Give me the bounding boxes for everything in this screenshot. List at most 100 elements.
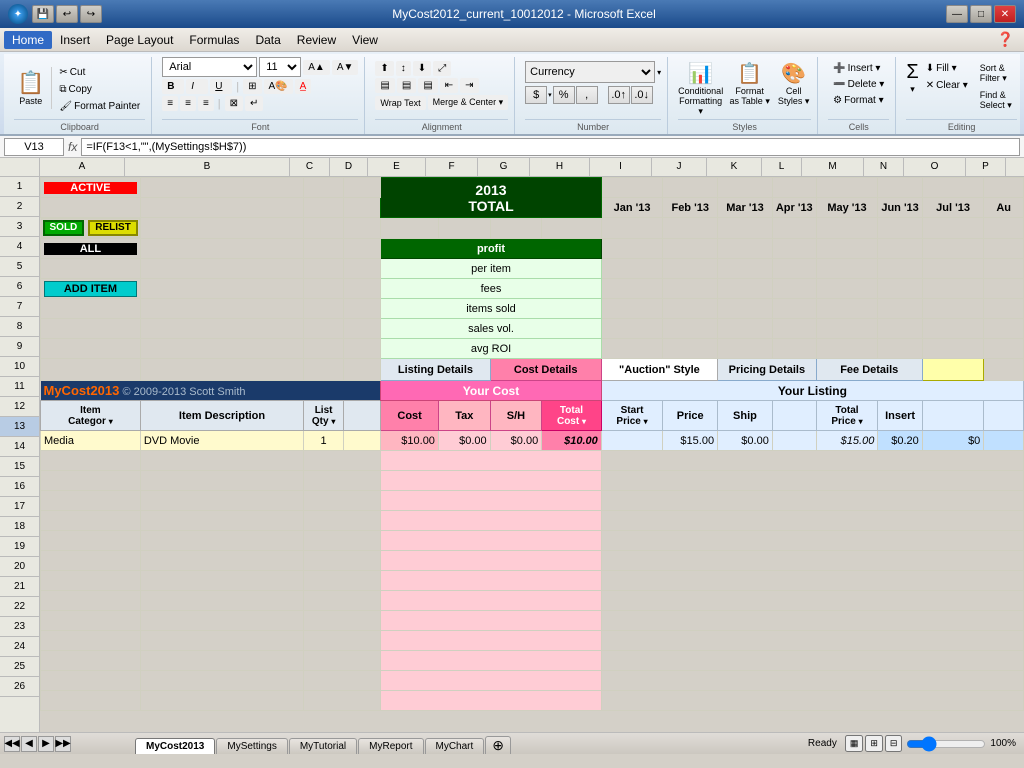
cell-b22[interactable] <box>140 611 303 631</box>
row-header-20[interactable]: 20 <box>0 557 39 577</box>
indent-inc-button[interactable]: ⇥ <box>460 78 478 93</box>
decrease-decimal-button[interactable]: .0↓ <box>631 86 653 104</box>
row-header-18[interactable]: 18 <box>0 517 39 537</box>
cell-n13[interactable]: $0.20 <box>878 431 922 451</box>
row-header-7[interactable]: 7 <box>0 297 39 317</box>
format-cells-button[interactable]: ⚙ Format ▾ <box>828 93 889 108</box>
cell-a17[interactable] <box>41 511 141 531</box>
paste-button[interactable]: 📋 Paste <box>14 67 47 109</box>
cell-efgh25[interactable] <box>381 671 601 691</box>
align-center-button[interactable]: ≡ <box>180 96 196 111</box>
col-header-f[interactable]: F <box>426 158 478 176</box>
menu-home[interactable]: Home <box>4 31 52 49</box>
cell-a18[interactable] <box>41 531 141 551</box>
valign-bot-button[interactable]: ⬇ <box>413 61 431 76</box>
cell-a15[interactable] <box>41 471 141 491</box>
cell-a26[interactable] <box>41 691 141 711</box>
align-right2-button[interactable]: ▤ <box>418 78 437 93</box>
col-header-k[interactable]: K <box>707 158 762 176</box>
row-header-4[interactable]: 4 <box>0 237 39 257</box>
cell-efgh15[interactable] <box>381 471 601 491</box>
menu-review[interactable]: Review <box>289 31 344 49</box>
cell-efgh18[interactable] <box>381 531 601 551</box>
cell-efgh22[interactable] <box>381 611 601 631</box>
cell-efgh20[interactable] <box>381 571 601 591</box>
col-header-c[interactable]: C <box>290 158 330 176</box>
formula-input[interactable] <box>81 138 1020 156</box>
cell-cd22[interactable] <box>304 611 381 631</box>
quick-access-redo[interactable]: ↪ <box>80 5 102 23</box>
cell-cd19[interactable] <box>304 551 381 571</box>
row-header-24[interactable]: 24 <box>0 637 39 657</box>
cell-b20[interactable] <box>140 571 303 591</box>
all-button[interactable]: ALL <box>44 243 137 255</box>
cell-rest15[interactable] <box>601 471 1023 491</box>
cell-a16[interactable] <box>41 491 141 511</box>
help-icon[interactable]: ❓ <box>991 31 1020 48</box>
menu-page-layout[interactable]: Page Layout <box>98 31 181 49</box>
normal-view-button[interactable]: ▦ <box>845 735 864 752</box>
cell-cd18[interactable] <box>304 531 381 551</box>
align-left-button[interactable]: ≡ <box>162 96 178 111</box>
cell-b24[interactable] <box>140 651 303 671</box>
find-select-button[interactable]: Find &Select ▾ <box>975 88 1017 113</box>
cell-o2[interactable]: Jul '13 <box>922 198 984 218</box>
conditional-formatting-button[interactable]: 📊 ConditionalFormatting ▾ <box>678 61 723 117</box>
cell-cd14[interactable] <box>304 451 381 471</box>
page-layout-view-button[interactable]: ⊞ <box>865 735 883 752</box>
increase-decimal-button[interactable]: .0↑ <box>608 86 630 104</box>
valign-mid-button[interactable]: ↕ <box>396 61 411 76</box>
cell-rest25[interactable] <box>601 671 1023 691</box>
col-header-j[interactable]: J <box>652 158 707 176</box>
col-header-m[interactable]: M <box>802 158 864 176</box>
cell-rest17[interactable] <box>601 511 1023 531</box>
clear-button[interactable]: ✕ Clear ▾ <box>921 78 973 93</box>
cell-efgh19[interactable] <box>381 551 601 571</box>
col-header-o[interactable]: O <box>904 158 966 176</box>
cell-i13[interactable] <box>601 431 663 451</box>
cell-f13[interactable]: $0.00 <box>438 431 490 451</box>
cell-reference-input[interactable] <box>4 138 64 156</box>
cell-b13[interactable]: DVD Movie <box>140 431 303 451</box>
cell-m2[interactable]: May '13 <box>816 198 878 218</box>
delete-cells-button[interactable]: ➖ Delete ▾ <box>828 77 889 92</box>
cell-b16[interactable] <box>140 491 303 511</box>
col-header-n[interactable]: N <box>864 158 904 176</box>
tab-mysettings[interactable]: MySettings <box>216 738 287 754</box>
active-button[interactable]: ACTIVE <box>44 182 137 194</box>
cell-b19[interactable] <box>140 551 303 571</box>
cell-efgh16[interactable] <box>381 491 601 511</box>
merge-center-button[interactable]: Merge & Center ▾ <box>428 95 509 110</box>
row-header-23[interactable]: 23 <box>0 617 39 637</box>
format-painter-button[interactable]: 🖌 Format Painter <box>54 99 145 114</box>
cell-b21[interactable] <box>140 591 303 611</box>
sheet-next-button[interactable]: ▶ <box>38 736 54 752</box>
row-header-16[interactable]: 16 <box>0 477 39 497</box>
cell-g13[interactable]: $0.00 <box>490 431 542 451</box>
row-header-22[interactable]: 22 <box>0 597 39 617</box>
cell-a20[interactable] <box>41 571 141 591</box>
cell-b15[interactable] <box>140 471 303 491</box>
col-header-d[interactable]: D <box>330 158 368 176</box>
format-as-table-button[interactable]: 📋 Formatas Table ▾ <box>727 61 772 107</box>
cell-rest22[interactable] <box>601 611 1023 631</box>
cell-a24[interactable] <box>41 651 141 671</box>
page-break-view-button[interactable]: ⊟ <box>885 735 903 752</box>
cell-a14[interactable] <box>41 451 141 471</box>
cell-cd25[interactable] <box>304 671 381 691</box>
cell-b23[interactable] <box>140 631 303 651</box>
cell-o13[interactable]: $0 <box>922 431 984 451</box>
number-format-select[interactable]: Currency General Number Accounting Perce… <box>525 61 655 83</box>
cell-rest20[interactable] <box>601 571 1023 591</box>
sheet-last-button[interactable]: ▶▶ <box>55 736 71 752</box>
close-button[interactable]: ✕ <box>994 5 1016 23</box>
zoom-slider[interactable] <box>906 738 986 750</box>
relist-button[interactable]: RELIST <box>88 220 138 236</box>
cell-n2[interactable]: Jun '13 <box>878 198 922 218</box>
fee-details-btn[interactable]: Fee Details <box>816 359 922 381</box>
border-button[interactable]: ⊞ <box>243 79 261 94</box>
cost-details-btn[interactable]: Cost Details <box>490 359 601 381</box>
col-header-b[interactable]: B <box>125 158 290 176</box>
wrap-button[interactable]: ↵ <box>245 96 263 111</box>
dollar-sign-button[interactable]: $ <box>525 86 547 104</box>
